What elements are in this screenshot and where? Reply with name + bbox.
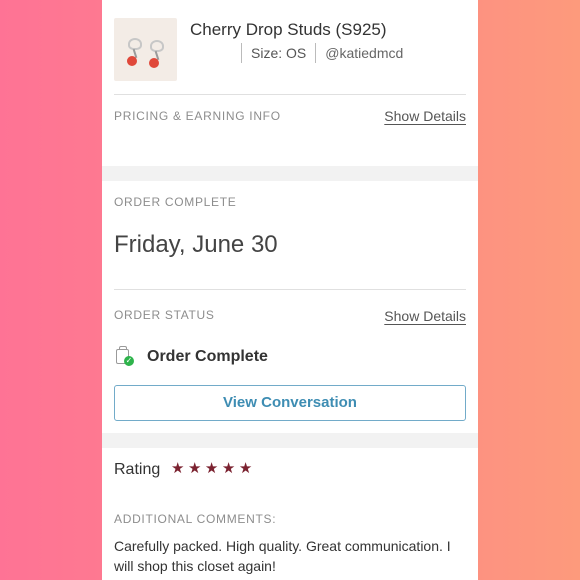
item-size: Size: OS	[251, 45, 307, 61]
star-icon: ★	[221, 460, 236, 477]
order-details-panel: Cherry Drop Studs (S925) Size: OS @katie…	[102, 0, 478, 580]
star-icon: ★	[187, 460, 202, 477]
item-meta: Size: OS @katiedmcd	[241, 42, 403, 64]
rating-stars: ★ ★ ★ ★ ★	[171, 459, 256, 477]
view-conversation-button[interactable]: View Conversation	[114, 385, 466, 421]
item-thumbnail[interactable]	[114, 18, 177, 81]
order-complete-label: ORDER COMPLETE	[114, 195, 237, 209]
star-icon: ★	[171, 460, 185, 477]
cherry-shape	[149, 58, 159, 68]
pricing-show-details-link[interactable]: Show Details	[384, 108, 466, 124]
check-icon: ✓	[124, 356, 134, 366]
status-show-details-link[interactable]: Show Details	[384, 308, 466, 324]
seller-username[interactable]: @katiedmcd	[316, 45, 403, 61]
divider	[114, 289, 466, 290]
item-card: Cherry Drop Studs (S925) Size: OS @katie…	[102, 0, 478, 166]
divider	[114, 94, 466, 95]
pricing-label: PRICING & EARNING INFO	[114, 109, 281, 123]
order-card: ORDER COMPLETE Friday, June 30 ORDER STA…	[102, 181, 478, 433]
star-icon: ★	[238, 460, 253, 477]
item-title[interactable]: Cherry Drop Studs (S925)	[190, 20, 387, 40]
rating-card: Rating ★ ★ ★ ★ ★ ADDITIONAL COMMENTS: Carefu…	[102, 448, 478, 580]
bow-shape	[128, 38, 142, 50]
cherry-shape	[127, 56, 137, 66]
additional-comments-label: ADDITIONAL COMMENTS:	[114, 512, 277, 526]
order-status-text: Order Complete	[147, 348, 268, 365]
order-date: Friday, June 30	[114, 231, 278, 258]
rating-comment: Carefully packed. High quality. Great co…	[114, 538, 451, 574]
order-status-row: ✓ Order Complete	[116, 346, 268, 368]
star-icon: ★	[204, 460, 219, 477]
rating-label: Rating	[114, 461, 161, 478]
bow-shape	[150, 40, 164, 52]
order-status-label: ORDER STATUS	[114, 308, 215, 322]
order-complete-icon: ✓	[116, 346, 134, 366]
